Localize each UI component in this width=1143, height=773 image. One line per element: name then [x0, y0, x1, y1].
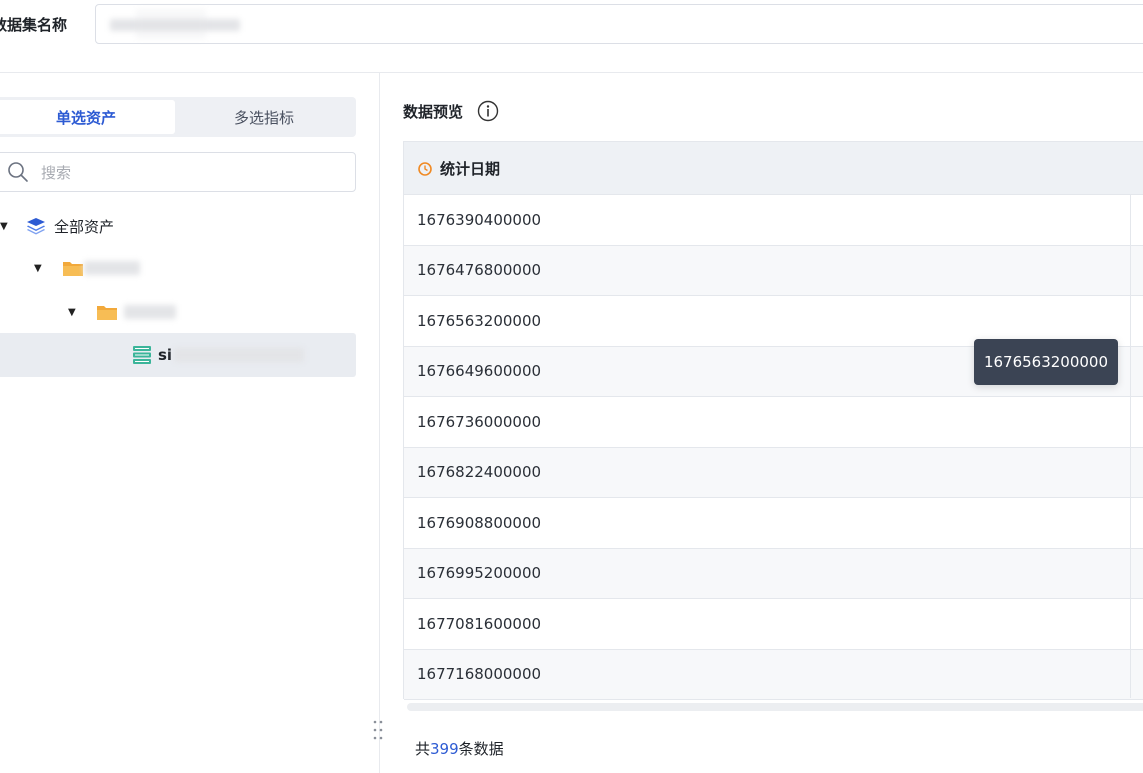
column-header-label: 统计日期: [440, 159, 501, 178]
row-count-value: 399: [430, 740, 459, 758]
tree-node-level3[interactable]: ▼: [68, 292, 176, 332]
table-row: 1676822400000: [404, 447, 1143, 498]
info-circle-icon[interactable]: [477, 100, 499, 122]
dataset-name-label: 数据集名称: [0, 16, 68, 34]
dataset-name-bar: 数据集名称: [0, 0, 1143, 50]
caret-down-icon[interactable]: ▼: [34, 263, 46, 274]
table-row: 1676476800000: [404, 245, 1143, 296]
search-placeholder: 搜索: [41, 163, 72, 182]
preview-table: 统计日期 1676390400000 1676476800000 1676563…: [403, 141, 1143, 700]
tree-node-leaf[interactable]: si: [132, 335, 305, 375]
layers-icon: [26, 217, 46, 235]
redacted-text: [84, 261, 140, 275]
tab-single-asset[interactable]: 单选资产: [0, 100, 175, 134]
redacted-text: [124, 305, 176, 319]
folder-icon: [96, 303, 118, 321]
redacted-text: [174, 348, 305, 362]
cell-tooltip: 1676563200000: [974, 339, 1118, 385]
panel-divider: [379, 73, 380, 773]
column-separator: [1130, 142, 1131, 698]
tree-label-leaf: si: [158, 346, 173, 364]
preview-title-bar: 数据预览: [403, 100, 499, 122]
table-row: 1676995200000: [404, 548, 1143, 599]
table-row: 1676736000000: [404, 397, 1143, 448]
tree-node-root[interactable]: ▼ 全部资产: [0, 206, 114, 246]
header-divider: [0, 72, 1143, 73]
search-icon: [7, 161, 29, 183]
row-count-suffix: 条数据: [458, 740, 504, 758]
horizontal-scrollbar[interactable]: [407, 703, 1143, 711]
table-row: 1676390400000: [404, 195, 1143, 246]
tree-node-level2[interactable]: ▼: [34, 248, 140, 288]
asset-mode-segmented-control: 单选资产 多选指标: [0, 97, 356, 137]
table-row: 1676908800000: [404, 498, 1143, 549]
table-icon: [132, 345, 152, 365]
asset-search-input[interactable]: 搜索: [0, 152, 356, 192]
clock-icon: [418, 161, 432, 176]
folder-icon: [62, 259, 84, 277]
drag-handle-icon[interactable]: [372, 719, 384, 741]
redacted-text: [136, 9, 206, 39]
caret-down-icon[interactable]: ▼: [68, 307, 80, 318]
row-count: 共399条数据: [415, 738, 504, 759]
caret-down-icon[interactable]: ▼: [0, 221, 12, 232]
table-row: 1677168000000: [404, 649, 1143, 700]
tree-label-root: 全部资产: [54, 217, 115, 236]
tab-multi-metric[interactable]: 多选指标: [175, 100, 353, 134]
dataset-name-input[interactable]: [95, 4, 1143, 44]
table-row: 1677081600000: [404, 599, 1143, 650]
row-count-prefix: 共: [415, 740, 431, 758]
preview-title: 数据预览: [403, 102, 464, 121]
column-header-stat-date[interactable]: 统计日期: [404, 142, 1143, 195]
